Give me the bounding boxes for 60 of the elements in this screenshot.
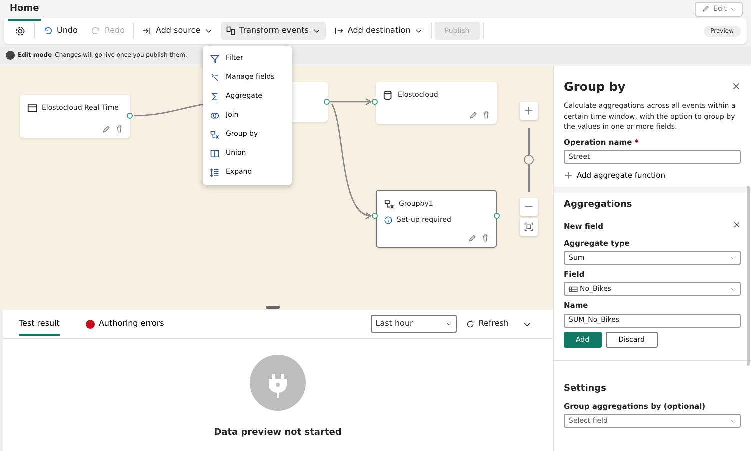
info-icon: [384, 216, 393, 225]
time-range-dropdown[interactable]: Last hour: [370, 315, 457, 333]
group-by-icon: [384, 199, 395, 210]
toolbar-menu-button[interactable]: Add source: [137, 22, 218, 40]
fit-icon: [524, 222, 534, 232]
delete-icon: [482, 111, 491, 120]
filter-icon: [210, 54, 220, 64]
section-title: Settings: [564, 383, 608, 396]
chevron-icon: [446, 321, 452, 327]
close-icon: [733, 220, 741, 229]
union-icon: [210, 148, 220, 158]
caret-icon: [730, 6, 736, 12]
error-icon: [86, 320, 95, 328]
chevron-icon: [730, 418, 736, 424]
redo-icon: [90, 26, 101, 36]
info-icon: [6, 51, 15, 60]
chevron-icon: [730, 255, 736, 261]
edit-icon: [469, 111, 478, 120]
panel-title: Group by: [564, 79, 626, 96]
section-title: Aggregations: [564, 199, 634, 212]
close-icon: [732, 82, 741, 92]
circles-icon: [210, 110, 220, 120]
fit-to-screen-button[interactable]: [520, 218, 538, 236]
group-by-icon: [210, 130, 220, 140]
connection-port[interactable]: [372, 213, 378, 219]
delete-icon: [481, 234, 490, 243]
toolbar-menu-button[interactable]: Add destination: [328, 22, 428, 40]
zoom-in-button[interactable]: [520, 102, 538, 120]
list-icon: [210, 168, 220, 178]
chevron-icon: [204, 27, 213, 35]
transform-icon: [226, 26, 236, 36]
empty-state-title: Data preview not started: [214, 427, 342, 440]
plus-icon: [564, 170, 573, 180]
toolbar-button[interactable]: Undo: [38, 22, 83, 40]
chevron-icon: [312, 27, 321, 35]
arrow-out-of-bar-icon: [334, 26, 344, 36]
connection-port[interactable]: [372, 99, 378, 105]
chevron-icon: [414, 27, 423, 35]
delete-icon: [115, 125, 124, 134]
resize-handle[interactable]: [266, 306, 280, 309]
zoom-out-button[interactable]: [520, 198, 538, 216]
settings-icon: [15, 26, 26, 36]
chevron-icon: [730, 286, 736, 292]
slider-thumb[interactable]: [524, 155, 534, 165]
edit-icon: [102, 125, 111, 134]
plus-icon: [524, 106, 534, 116]
arrow-into-bar-icon: [142, 26, 152, 36]
refresh-icon: [466, 320, 475, 328]
panel-tab[interactable]: Test result: [19, 312, 60, 336]
field-type-icon: [569, 284, 578, 294]
sigma-icon: [210, 92, 220, 102]
refresh-button[interactable]: Refresh: [460, 315, 514, 333]
undo-icon: [43, 26, 53, 36]
toolbar-menu-button[interactable]: Transform events: [220, 22, 326, 40]
panel-tab[interactable]: Authoring errors: [86, 312, 164, 336]
edit-icon: [468, 234, 477, 243]
stream-icon: [27, 103, 38, 114]
scrollbar[interactable]: [747, 186, 750, 366]
pencil-icon: [702, 5, 710, 14]
database-icon: [383, 90, 394, 101]
